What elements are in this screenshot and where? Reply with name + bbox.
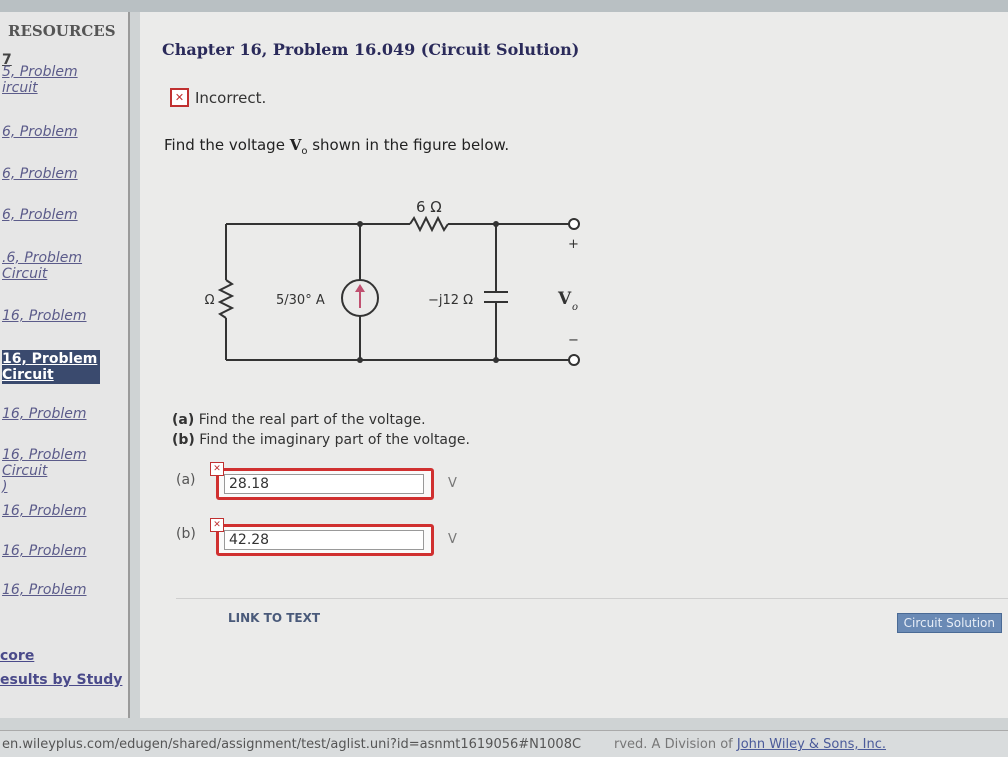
page-title: Chapter 16, Problem 16.049 (Circuit Solu… xyxy=(162,40,580,59)
question-parts: (a) Find the real part of the voltage. (… xyxy=(172,410,470,450)
sidebar-title: RESOURCES xyxy=(8,22,116,40)
answer-b-box xyxy=(216,524,434,556)
label-vo: V xyxy=(557,289,572,309)
part-b-tag: (b) xyxy=(172,432,195,448)
sidebar-problem-link[interactable]: 6, Problem xyxy=(2,207,78,223)
answer-a-unit: V xyxy=(448,476,457,491)
sidebar-problem-link[interactable]: .6, Problem Circuit xyxy=(2,250,82,282)
part-b: (b) Find the imaginary part of the volta… xyxy=(172,430,470,450)
question-pre: Find the voltage xyxy=(164,136,290,154)
question-text: Find the voltage Vo shown in the figure … xyxy=(164,136,509,157)
sidebar-score-link[interactable]: core xyxy=(0,648,34,664)
node-bottom-cap xyxy=(493,357,499,363)
part-b-text: Find the imaginary part of the voltage. xyxy=(199,432,470,448)
resistor-15-ohm xyxy=(217,279,235,319)
sidebar-problem-link[interactable]: 16, Problem xyxy=(2,543,87,559)
source-arrow xyxy=(355,284,365,308)
link-to-text[interactable]: LINK TO TEXT xyxy=(228,611,320,625)
status-url: en.wileyplus.com/edugen/shared/assignmen… xyxy=(2,737,582,752)
sidebar-problem-link[interactable]: 16, Problem xyxy=(2,503,87,519)
sidebar-results-link[interactable]: esults by Study xyxy=(0,672,122,688)
terminal-minus xyxy=(568,354,580,366)
part-a-tag: (a) xyxy=(172,412,195,428)
wiley-link[interactable]: John Wiley & Sons, Inc. xyxy=(737,737,886,752)
node-top-source xyxy=(357,221,363,227)
sidebar-problem-link[interactable]: 16, Problem xyxy=(2,308,87,324)
sidebar-problem-link[interactable]: 16, Problem xyxy=(2,582,87,598)
sidebar-problem-link[interactable]: 6, Problem xyxy=(2,124,78,140)
copyright-text: rved. A Division of xyxy=(614,737,737,752)
question-post: shown in the figure below. xyxy=(307,136,510,154)
node-bottom-source xyxy=(357,357,363,363)
incorrect-icon: ✕ xyxy=(170,88,189,107)
answer-a-label: (a) xyxy=(176,472,196,488)
status-text: Incorrect. xyxy=(195,88,267,107)
answer-b-input[interactable] xyxy=(224,530,424,550)
sidebar: RESOURCES 7 core esults by Study 5, Prob… xyxy=(0,12,130,718)
label-plus: + xyxy=(568,237,579,252)
part-a: (a) Find the real part of the voltage. xyxy=(172,410,470,430)
sidebar-problem-link[interactable]: 16, Problem xyxy=(2,406,87,422)
label-capacitor: −j12 Ω xyxy=(428,293,473,308)
sidebar-problem-link[interactable]: 5, Problem ircuit xyxy=(2,64,78,96)
terminal-plus xyxy=(568,218,580,230)
label-6-ohm: 6 Ω xyxy=(416,198,442,216)
sidebar-problem-link[interactable]: 6, Problem xyxy=(2,166,78,182)
answer-b-label: (b) xyxy=(176,526,196,542)
label-15-ohm: 15 Ω xyxy=(200,293,215,308)
status-message: ✕ Incorrect. xyxy=(170,88,266,107)
resistor-6-ohm xyxy=(409,215,449,233)
label-minus: − xyxy=(568,333,579,348)
circuit-solution-button[interactable]: Circuit Solution xyxy=(896,613,1002,633)
question-variable: V xyxy=(289,136,302,154)
browser-top-band xyxy=(0,0,1008,12)
main-content: Chapter 16, Problem 16.049 (Circuit Solu… xyxy=(140,12,1008,718)
answer-a-box xyxy=(216,468,434,500)
copyright: rved. A Division of John Wiley & Sons, I… xyxy=(614,737,886,752)
answer-b-unit: V xyxy=(448,532,457,547)
browser-status-bar: en.wileyplus.com/edugen/shared/assignmen… xyxy=(0,730,1008,757)
answer-a-input[interactable] xyxy=(224,474,424,494)
sidebar-problem-link[interactable]: 16, Problem Circuit ) xyxy=(2,447,87,495)
part-a-text: Find the real part of the voltage. xyxy=(198,412,426,428)
circuit-diagram: 6 Ω 15 Ω 5/30° A −j12 Ω + − V o xyxy=(200,198,580,366)
label-source: 5/30° A xyxy=(276,293,325,308)
sidebar-problem-link[interactable]: 16, Problem Circuit xyxy=(2,350,101,384)
answer-b-incorrect-icon: ✕ xyxy=(210,518,224,532)
label-vo-sub: o xyxy=(572,302,578,313)
footer-bar: LINK TO TEXT Circuit Solution xyxy=(176,598,1008,641)
node-top-cap xyxy=(493,221,499,227)
answer-a-incorrect-icon: ✕ xyxy=(210,462,224,476)
